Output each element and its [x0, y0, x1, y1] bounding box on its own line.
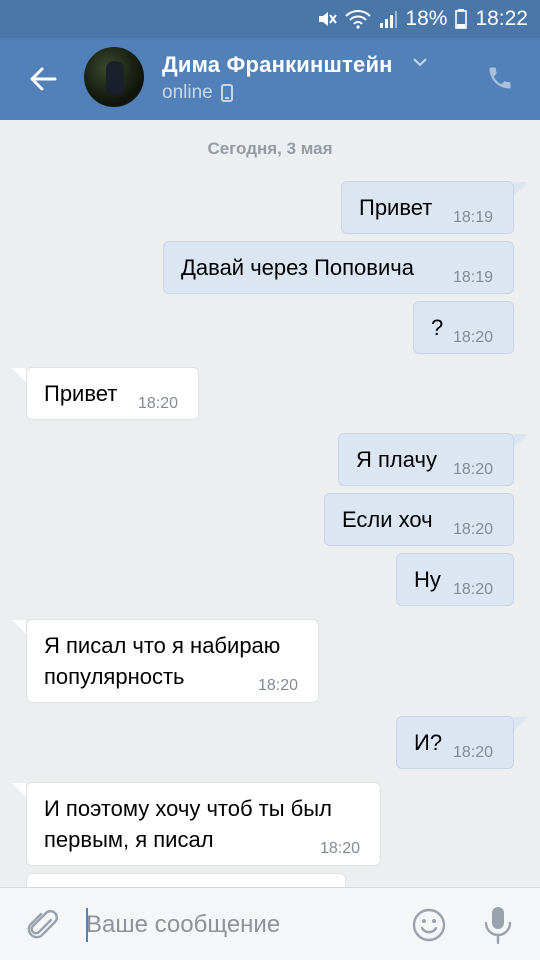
message-out[interactable]: ? 18:20 — [413, 301, 514, 354]
message-input[interactable]: Ваше сообщение — [86, 906, 386, 944]
back-button[interactable] — [22, 58, 64, 100]
message-text: Если хоч — [342, 507, 433, 532]
attach-button[interactable] — [24, 906, 62, 944]
message-text: Я плачу — [356, 447, 437, 472]
chevron-down-icon[interactable] — [412, 56, 428, 68]
bubble-tail — [12, 620, 26, 634]
contact-status: online — [162, 82, 233, 104]
battery-icon — [455, 9, 468, 29]
message-out[interactable]: Давай через Поповича 18:19 — [163, 241, 514, 294]
chat-header: Дима Франкинштейн online — [0, 38, 540, 120]
clock: 18:22 — [475, 7, 528, 30]
message-text: И поэтому хочу чтоб ты был — [44, 796, 332, 821]
message-in[interactable]: Я писал что я набираю популярность 18:20 — [26, 619, 319, 703]
bubble-tail — [514, 717, 528, 731]
microphone-icon — [484, 907, 512, 945]
message-time: 18:20 — [258, 677, 299, 694]
status-bar: 18% 18:22 — [0, 0, 540, 38]
mobile-device-icon — [220, 84, 233, 102]
battery-percent: 18% — [405, 7, 448, 30]
wifi-icon — [345, 9, 372, 29]
message-text: ? — [431, 315, 444, 340]
message-text: Привет — [359, 195, 433, 220]
message-out[interactable]: Привет 18:19 — [341, 181, 514, 234]
emoji-button[interactable] — [410, 906, 448, 944]
message-out[interactable]: И? 18:20 — [396, 716, 514, 769]
message-time: 18:20 — [453, 461, 494, 478]
message-time: 18:19 — [453, 269, 494, 286]
message-out[interactable]: Я плачу 18:20 — [338, 433, 514, 486]
message-time: 18:20 — [320, 840, 361, 857]
status-indicators: 18% 18:22 — [317, 6, 528, 32]
bubble-tail — [12, 783, 26, 797]
contact-name[interactable]: Дима Франкинштейн — [162, 52, 393, 78]
message-in[interactable]: И поэтому хочу чтоб ты был первым, я пис… — [26, 782, 381, 866]
message-time: 18:19 — [453, 209, 494, 226]
message-out[interactable]: Если хоч 18:20 — [324, 493, 514, 546]
voice-message-button[interactable] — [478, 904, 518, 946]
message-time: 18:20 — [453, 744, 494, 761]
bubble-tail — [12, 368, 26, 382]
message-time: 18:20 — [453, 581, 494, 598]
bubble-tail — [514, 434, 528, 448]
mute-icon — [317, 10, 338, 28]
message-time: 18:20 — [453, 329, 494, 346]
call-button[interactable] — [482, 60, 518, 96]
message-text: Давай через Поповича — [181, 255, 414, 280]
paperclip-icon — [27, 910, 58, 939]
message-composer: Ваше сообщение — [0, 887, 540, 960]
status-text: online — [162, 82, 213, 103]
signal-icon — [379, 10, 398, 28]
message-text: Привет — [44, 381, 118, 406]
message-text: Ну — [414, 567, 441, 592]
avatar[interactable] — [84, 47, 144, 107]
message-text: И? — [414, 730, 443, 755]
message-text: Я писал что я набираю — [44, 633, 281, 658]
smile-icon — [412, 908, 446, 942]
message-time: 18:20 — [138, 395, 179, 412]
message-in[interactable]: Привет 18:20 — [26, 367, 199, 420]
bubble-tail — [514, 182, 528, 196]
message-text-line-2: популярность — [44, 664, 185, 689]
arrow-left-icon — [30, 67, 57, 91]
phone-icon — [489, 67, 511, 89]
message-text-line-2: первым, я писал — [44, 827, 214, 852]
message-time: 18:20 — [453, 521, 494, 538]
date-separator: Сегодня, 3 мая — [207, 139, 333, 158]
message-out[interactable]: Ну 18:20 — [396, 553, 514, 606]
